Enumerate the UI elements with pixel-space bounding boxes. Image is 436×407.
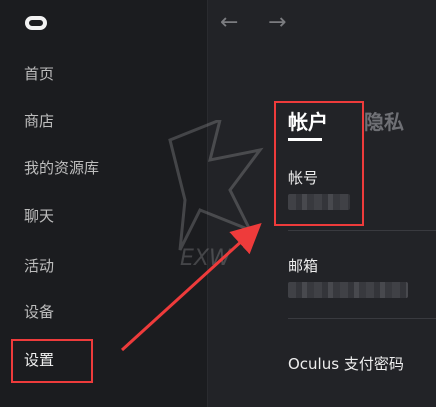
- annotation-arrow: [120, 222, 262, 352]
